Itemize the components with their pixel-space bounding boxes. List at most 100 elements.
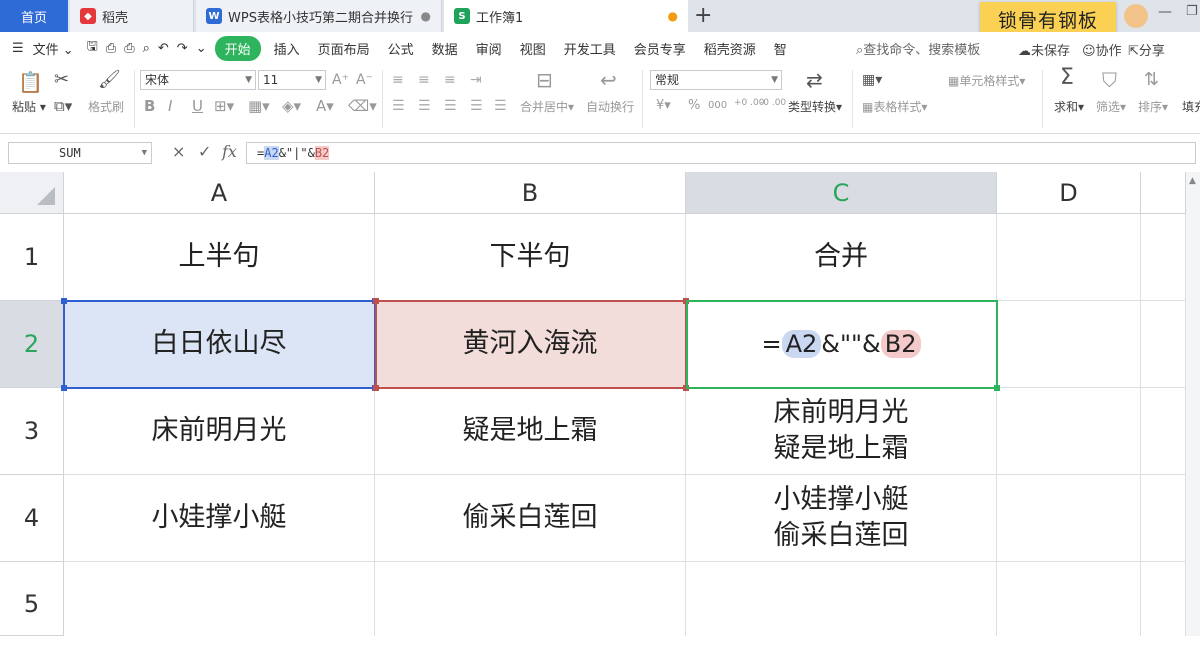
cell-e2[interactable] xyxy=(1141,301,1186,388)
eraser-icon[interactable]: ⌫▾ xyxy=(348,96,377,116)
undo-icon[interactable]: ↶ xyxy=(154,41,173,56)
auto-wrap-button[interactable]: 自动换行 xyxy=(586,98,634,115)
fill-color-icon[interactable]: ◈▾ xyxy=(282,96,301,116)
indent-icon[interactable]: ⇥ xyxy=(470,70,482,90)
justify-icon[interactable]: ☰ xyxy=(470,96,483,116)
confirm-icon[interactable]: ✓ xyxy=(198,142,211,161)
row-header-3[interactable]: 3 xyxy=(0,388,64,475)
border-icon[interactable]: ⊞▾ xyxy=(214,96,234,116)
sort-icon[interactable]: ⇅ xyxy=(1144,70,1159,90)
cell-d4[interactable] xyxy=(997,475,1141,562)
cell-fill-icon[interactable]: ▦▾ xyxy=(248,96,270,116)
cell-a1[interactable]: 上半句 xyxy=(64,214,375,301)
new-tab-button[interactable]: + xyxy=(694,3,712,29)
name-box[interactable]: SUM ▼ xyxy=(8,142,152,164)
cell-c2[interactable]: = A2 &""& B2 xyxy=(686,301,997,388)
cell-a3[interactable]: 床前明月光 xyxy=(64,388,375,475)
minimize-icon[interactable]: — xyxy=(1158,4,1172,20)
select-all-corner[interactable] xyxy=(0,172,64,214)
merge-center-icon[interactable]: ⊟ xyxy=(536,70,553,90)
align-right-icon[interactable]: ☰ xyxy=(444,96,457,116)
cell-b3[interactable]: 疑是地上霜 xyxy=(375,388,686,475)
cell-e5[interactable] xyxy=(1141,562,1186,636)
paste-icon[interactable]: 📋 xyxy=(18,72,43,92)
italic-icon[interactable]: I xyxy=(168,96,172,116)
align-middle-icon[interactable]: ≡ xyxy=(418,70,430,90)
cut-icon[interactable]: ✂ xyxy=(54,70,69,90)
cell-c3[interactable]: 床前明月光 疑是地上霜 xyxy=(686,388,997,475)
cell-a4[interactable]: 小娃撑小艇 xyxy=(64,475,375,562)
menu-member[interactable]: 会员专享 xyxy=(625,39,695,58)
type-convert-icon[interactable]: ⇄ xyxy=(806,70,823,90)
menu-review[interactable]: 审阅 xyxy=(467,39,511,58)
col-header-e[interactable] xyxy=(1141,172,1186,214)
menu-start[interactable]: 开始 xyxy=(214,35,261,61)
tab-home[interactable]: 首页 xyxy=(0,0,68,32)
currency-button[interactable]: ¥▾ xyxy=(656,98,671,113)
wrap-text-icon[interactable]: ↩ xyxy=(600,70,617,90)
cell-style-button[interactable]: ▦单元格样式▾ xyxy=(948,72,1025,89)
menu-daoke[interactable]: 稻壳资源 xyxy=(695,39,765,58)
sum-button[interactable]: 求和▾ xyxy=(1054,98,1084,115)
row-header-5[interactable]: 5 xyxy=(0,562,64,636)
align-top-icon[interactable]: ≡ xyxy=(392,70,404,90)
underline-icon[interactable]: U xyxy=(192,96,203,116)
unsaved-dot-icon[interactable]: ● xyxy=(668,9,678,23)
filter-icon[interactable]: ⛉ xyxy=(1102,70,1117,90)
fx-icon[interactable]: fx xyxy=(222,142,237,161)
cell-d3[interactable] xyxy=(997,388,1141,475)
tab-daoke[interactable]: ◆ 稻壳 xyxy=(70,0,194,32)
cell-b4[interactable]: 偷采白莲回 xyxy=(375,475,686,562)
filter-button[interactable]: 筛选▾ xyxy=(1096,98,1126,115)
cell-d1[interactable] xyxy=(997,214,1141,301)
bold-icon[interactable]: B xyxy=(144,96,155,116)
save-icon[interactable]: 🖫 xyxy=(83,37,102,59)
col-header-c[interactable]: C xyxy=(686,172,997,214)
font-color-icon[interactable]: A▾ xyxy=(316,96,334,116)
close-icon[interactable]: ● xyxy=(421,9,431,23)
merge-center-button[interactable]: 合并居中▾ xyxy=(520,98,574,115)
export-icon[interactable]: ⎙ xyxy=(102,41,120,56)
row-header-2[interactable]: 2 xyxy=(0,301,64,388)
collab-button[interactable]: ☺协作 xyxy=(1082,40,1122,59)
sheet-grid[interactable]: A B C D 1 2 3 4 5 上半句 下半句 合并 白日依山尽 黄河入海流… xyxy=(0,172,1200,636)
conditional-format-icon[interactable]: ▦▾ xyxy=(862,70,882,90)
align-bottom-icon[interactable]: ≡ xyxy=(444,70,456,90)
row-header-4[interactable]: 4 xyxy=(0,475,64,562)
menu-developer[interactable]: 开发工具 xyxy=(555,39,625,58)
fill-button[interactable]: 填充 xyxy=(1182,98,1200,115)
redo-icon[interactable]: ↷ xyxy=(173,41,192,56)
unsaved-status[interactable]: ☁未保存 xyxy=(1018,40,1070,59)
cell-d2[interactable] xyxy=(997,301,1141,388)
number-format-select[interactable]: 常规 ▼ xyxy=(650,70,782,90)
cancel-icon[interactable]: × xyxy=(172,142,185,161)
cell-a2[interactable]: 白日依山尽 xyxy=(64,301,375,388)
cell-e3[interactable] xyxy=(1141,388,1186,475)
type-convert-button[interactable]: 类型转换▾ xyxy=(788,98,842,115)
format-brush-button[interactable]: 格式刷 xyxy=(88,98,124,115)
avatar[interactable] xyxy=(1124,4,1148,28)
distributed-icon[interactable]: ☰ xyxy=(494,96,507,116)
tab-doc[interactable]: W WPS表格小技巧第二期合并换行 ● xyxy=(196,0,442,32)
cell-c1[interactable]: 合并 xyxy=(686,214,997,301)
formula-input[interactable]: =A2&"|"&B2 xyxy=(246,142,1196,164)
cell-b5[interactable] xyxy=(375,562,686,636)
col-header-d[interactable]: D xyxy=(997,172,1141,214)
restore-icon[interactable]: ❐ xyxy=(1186,4,1198,19)
copy-icon[interactable]: ⧉▾ xyxy=(54,96,72,116)
preview-icon[interactable]: ⌕ xyxy=(139,41,154,56)
cell-a5[interactable] xyxy=(64,562,375,636)
vertical-scrollbar[interactable]: ▲ xyxy=(1186,172,1200,636)
command-search[interactable]: ⌕查找命令、搜索模板 xyxy=(856,39,980,58)
col-header-b[interactable]: B xyxy=(375,172,686,214)
font-grow-icon[interactable]: A⁺ xyxy=(332,70,349,90)
font-size-select[interactable]: 11 ▼ xyxy=(258,70,326,90)
menu-view[interactable]: 视图 xyxy=(511,39,555,58)
paste-button[interactable]: 粘贴 ▾ xyxy=(12,98,46,115)
print-icon[interactable]: ⎙ xyxy=(120,41,138,56)
col-header-a[interactable]: A xyxy=(64,172,375,214)
thousands-button[interactable]: 000 xyxy=(708,100,727,111)
sum-icon[interactable]: Σ xyxy=(1060,67,1074,89)
format-brush-icon[interactable]: 🖌 xyxy=(98,70,121,90)
menu-page-layout[interactable]: 页面布局 xyxy=(309,39,379,58)
